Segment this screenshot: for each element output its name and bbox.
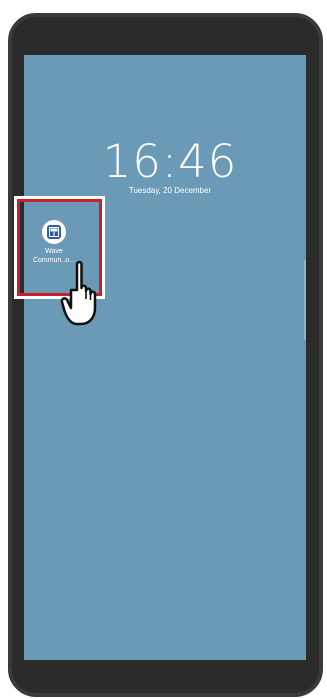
side-edge-handle[interactable] — [304, 260, 306, 340]
hand-pointer-icon — [60, 260, 97, 326]
clock-date: Tuesday, 20 December — [128, 186, 212, 195]
lock-screen: 16:46 Tuesday, 20 December Wave Commun..… — [24, 55, 306, 660]
clock-time: 16:46 — [102, 135, 238, 188]
